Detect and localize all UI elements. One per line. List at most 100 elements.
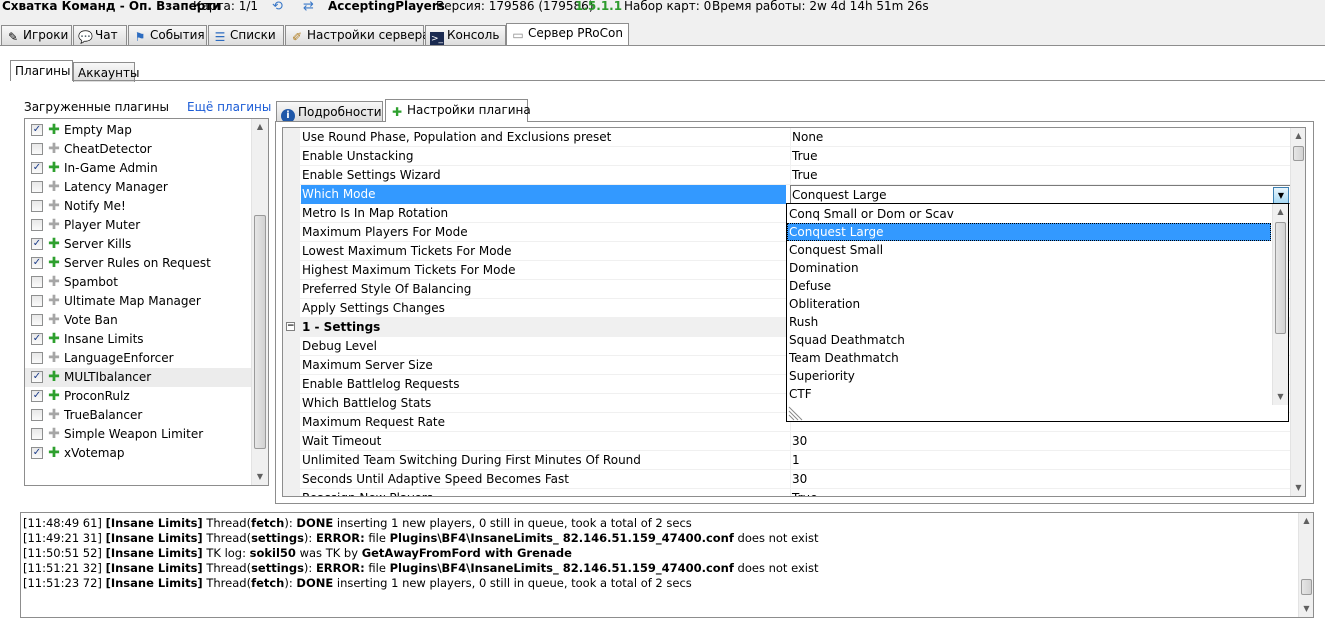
chevron-down-icon[interactable]: ▼ xyxy=(1273,187,1289,204)
puzzle-icon: ✚ xyxy=(48,160,60,176)
mode-option[interactable]: Obliteration xyxy=(787,295,1271,313)
plugin-item[interactable]: ✚ Ultimate Map Manager xyxy=(25,292,251,311)
plugin-checkbox[interactable] xyxy=(31,428,43,440)
property-row[interactable]: Reassign New PlayersTrue xyxy=(283,489,1291,496)
scroll-thumb[interactable] xyxy=(1301,579,1312,595)
tab-accounts[interactable]: Аккаунты xyxy=(73,62,139,82)
plugin-item[interactable]: ✚ Latency Manager xyxy=(25,178,251,197)
tab-details[interactable]: i Подробности xyxy=(276,101,383,123)
mode-option[interactable]: Conq Small or Dom or Scav xyxy=(787,205,1271,223)
scroll-up-icon[interactable]: ▲ xyxy=(1273,204,1288,220)
plugin-item[interactable]: ✚ LanguageEnforcer xyxy=(25,349,251,368)
plugin-list-scrollbar[interactable]: ▲ ▼ xyxy=(251,119,268,485)
plugin-item[interactable]: ✓ ✚ Server Kills xyxy=(25,235,251,254)
scroll-down-icon[interactable]: ▼ xyxy=(1273,389,1288,405)
tab-lists[interactable]: ☰ Списки xyxy=(208,25,284,46)
tab-plugins[interactable]: Плагины xyxy=(10,60,73,81)
scroll-thumb[interactable] xyxy=(1275,222,1286,334)
property-row[interactable]: Enable Settings Wizard True xyxy=(283,166,1291,185)
plugin-checkbox[interactable]: ✓ xyxy=(31,238,43,250)
property-row[interactable]: Enable Unstacking True xyxy=(283,147,1291,166)
plugin-checkbox[interactable] xyxy=(31,295,43,307)
log-text: ): xyxy=(303,531,316,545)
resize-grip-icon[interactable] xyxy=(787,405,805,422)
plugin-item[interactable]: ✓ ✚ xVotemap xyxy=(25,444,251,463)
tab-console[interactable]: >_ Консоль xyxy=(425,25,506,46)
scroll-up-icon[interactable]: ▲ xyxy=(1299,513,1313,529)
more-plugins-link[interactable]: Ещё плагины xyxy=(187,100,271,114)
mode-option[interactable]: Conquest Small xyxy=(787,241,1271,259)
refresh-icon[interactable]: ⟲ xyxy=(272,0,283,13)
plugin-checkbox[interactable] xyxy=(31,314,43,326)
plugin-checkbox[interactable]: ✓ xyxy=(31,333,43,345)
tab-chat[interactable]: 💬 Чат xyxy=(73,25,127,46)
scroll-down-icon[interactable]: ▼ xyxy=(1291,480,1305,496)
plugin-checkbox[interactable]: ✓ xyxy=(31,257,43,269)
plugin-checkbox[interactable] xyxy=(31,276,43,288)
property-row[interactable]: Seconds Until Adaptive Speed Becomes Fas… xyxy=(283,470,1291,489)
plugin-item[interactable]: ✓ ✚ Insane Limits xyxy=(25,330,251,349)
plugin-item[interactable]: ✚ Vote Ban xyxy=(25,311,251,330)
log-text: file xyxy=(364,561,390,575)
scroll-thumb[interactable] xyxy=(254,215,266,449)
plugin-checkbox[interactable]: ✓ xyxy=(31,162,43,174)
plugin-item[interactable]: ✚ CheatDetector xyxy=(25,140,251,159)
tab-server-settings[interactable]: ✐ Настройки сервера xyxy=(285,25,430,46)
tab-players[interactable]: ✎ Игроки xyxy=(1,25,72,46)
plugin-item[interactable]: ✓ ✚ Empty Map xyxy=(25,121,251,140)
plugin-checkbox[interactable]: ✓ xyxy=(31,390,43,402)
scroll-up-icon[interactable]: ▲ xyxy=(252,119,268,135)
property-row[interactable]: Use Round Phase, Population and Exclusio… xyxy=(283,128,1291,147)
tab-events[interactable]: ⚑ События xyxy=(128,25,207,46)
which-mode-value[interactable]: Conquest Large ▼ xyxy=(790,185,1291,204)
log-scrollbar[interactable]: ▲ ▼ xyxy=(1298,513,1313,617)
plugin-item[interactable]: ✓ ✚ ProconRulz xyxy=(25,387,251,406)
plugin-checkbox[interactable] xyxy=(31,219,43,231)
property-grid-scrollbar[interactable]: ▲ ▼ xyxy=(1290,128,1305,496)
collapse-icon[interactable]: − xyxy=(286,322,295,331)
log-text: Plugins\BF4\InsaneLimits_ 82.146.51.159_… xyxy=(389,561,734,575)
plugin-item[interactable]: ✚ Notify Me! xyxy=(25,197,251,216)
log-text: ERROR: xyxy=(315,531,365,545)
plugin-item[interactable]: ✚ Simple Weapon Limiter xyxy=(25,425,251,444)
plugin-item[interactable]: ✚ Spambot xyxy=(25,273,251,292)
plugin-checkbox[interactable] xyxy=(31,200,43,212)
plugin-checkbox[interactable]: ✓ xyxy=(31,447,43,459)
plugin-checkbox[interactable]: ✓ xyxy=(31,371,43,383)
mode-option[interactable]: Defuse xyxy=(787,277,1271,295)
dropdown-scrollbar[interactable]: ▲ ▼ xyxy=(1272,204,1288,405)
plugin-checkbox[interactable] xyxy=(31,181,43,193)
mode-option-selected[interactable]: Conquest Large xyxy=(787,223,1271,241)
mode-option[interactable]: Superiority xyxy=(787,367,1271,385)
log-text: Plugins\BF4\InsaneLimits_ 82.146.51.159_… xyxy=(389,531,734,545)
plugin-item[interactable]: ✚ TrueBalancer xyxy=(25,406,251,425)
tab-procon-server[interactable]: ▭ Сервер PRoCon xyxy=(506,23,629,46)
scroll-thumb[interactable] xyxy=(1293,146,1304,161)
puzzle-icon: ✚ xyxy=(48,274,60,290)
mode-dropdown-list[interactable]: Conq Small or Dom or Scav Conquest Large… xyxy=(786,203,1289,422)
plugin-item[interactable]: ✓ ✚ In-Game Admin xyxy=(25,159,251,178)
mode-option[interactable]: Team Deathmatch xyxy=(787,349,1271,367)
plugin-item[interactable]: ✓ ✚ MULTIbalancer xyxy=(25,368,251,387)
scroll-down-icon[interactable]: ▼ xyxy=(252,469,268,485)
log-text: ERROR: xyxy=(315,561,365,575)
plugin-checkbox[interactable]: ✓ xyxy=(31,124,43,136)
tab-plugin-settings[interactable]: ✚ Настройки плагина xyxy=(385,99,531,122)
scroll-up-icon[interactable]: ▲ xyxy=(1291,128,1305,144)
plugin-item[interactable]: ✓ ✚ Server Rules on Request xyxy=(25,254,251,273)
mode-option[interactable]: CTF xyxy=(787,385,1271,403)
property-row[interactable]: Wait Timeout 30 xyxy=(283,432,1291,451)
log-output[interactable]: [11:48:49 61] [Insane Limits] Thread(fet… xyxy=(20,512,1314,618)
mode-option[interactable]: Domination xyxy=(787,259,1271,277)
plugin-checkbox[interactable] xyxy=(31,409,43,421)
scroll-down-icon[interactable]: ▼ xyxy=(1299,601,1313,617)
log-text: Thread( xyxy=(206,561,252,575)
plugin-item[interactable]: ✚ Player Muter xyxy=(25,216,251,235)
puzzle-icon: ✚ xyxy=(48,426,60,442)
property-row[interactable]: Unlimited Team Switching During First Mi… xyxy=(283,451,1291,470)
plugin-checkbox[interactable] xyxy=(31,143,43,155)
mode-option[interactable]: Squad Deathmatch xyxy=(787,331,1271,349)
property-row-which-mode[interactable]: Which Mode Conquest Large ▼ xyxy=(283,185,1291,204)
mode-option[interactable]: Rush xyxy=(787,313,1271,331)
plugin-checkbox[interactable] xyxy=(31,352,43,364)
